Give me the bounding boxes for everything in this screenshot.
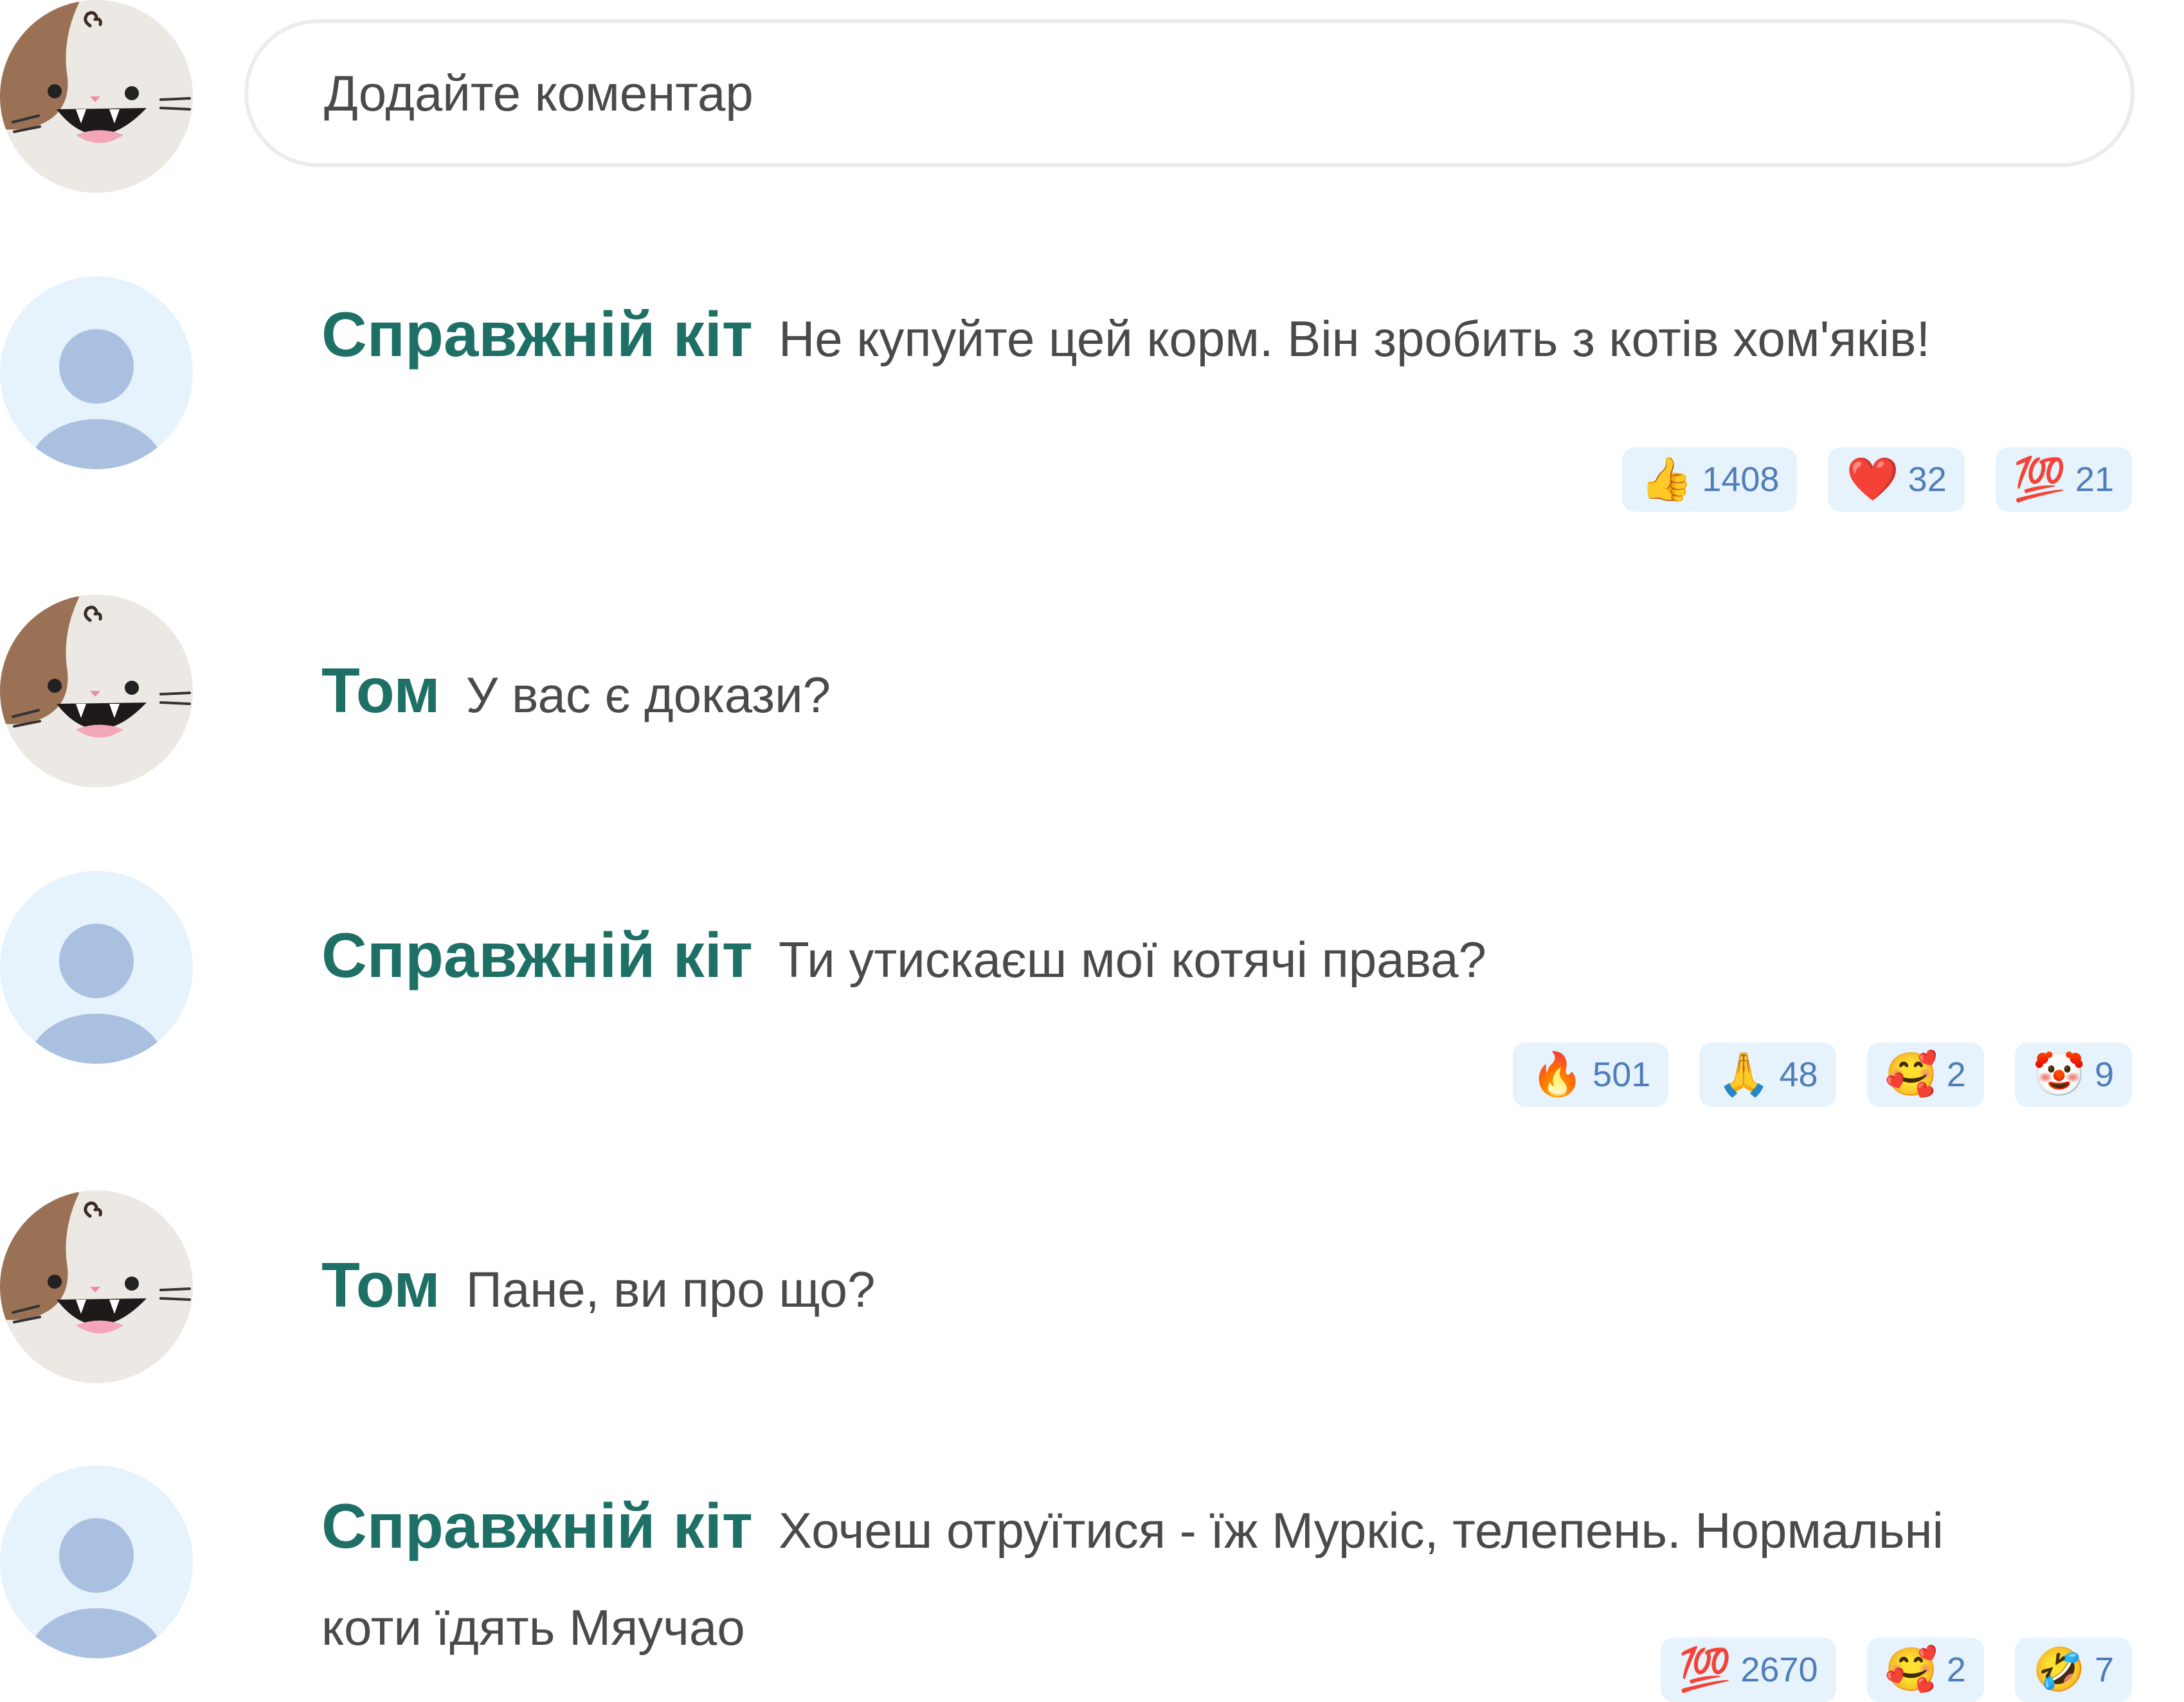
reaction-count: 9 xyxy=(2094,1055,2114,1094)
comment-item: Том Пане, ви про що? xyxy=(321,1244,1993,1345)
rolling-laughing-icon: 🤣 xyxy=(2032,1645,2086,1694)
clown-face-icon: 🤡 xyxy=(2032,1050,2086,1099)
comment-author[interactable]: Справжній кіт xyxy=(321,920,753,990)
reaction-count: 7 xyxy=(2094,1651,2114,1689)
comment-item: Том У вас є докази? xyxy=(321,649,1993,751)
thumbs-up-icon: 👍 xyxy=(1640,454,1693,504)
hundred-points-icon: 💯 xyxy=(2013,454,2066,504)
reaction-button[interactable]: 🙏 48 xyxy=(1699,1043,1836,1107)
reaction-button[interactable]: 🥰 2 xyxy=(1866,1043,1984,1107)
reaction-count: 2 xyxy=(1946,1651,1966,1689)
comment-author[interactable]: Том xyxy=(321,655,440,726)
heart-icon: ❤️ xyxy=(1846,454,1899,504)
avatar[interactable] xyxy=(0,1465,193,1658)
avatar[interactable] xyxy=(0,595,193,787)
folded-hands-icon: 🙏 xyxy=(1717,1050,1771,1099)
comment-text: Пане, ви про що? xyxy=(465,1261,876,1318)
reaction-count: 1408 xyxy=(1702,460,1780,499)
reaction-button[interactable]: 🤡 9 xyxy=(2014,1043,2132,1107)
avatar[interactable] xyxy=(0,1190,193,1383)
fire-icon: 🔥 xyxy=(1530,1050,1584,1099)
reaction-count: 32 xyxy=(1908,460,1947,499)
current-user-avatar xyxy=(0,0,193,193)
reaction-button[interactable]: 🔥 501 xyxy=(1512,1043,1669,1107)
comment-text: У вас є докази? xyxy=(465,667,831,723)
comment-item: Справжній кіт Не купуйте цей корм. Він зр… xyxy=(321,293,1993,395)
comment-input[interactable] xyxy=(324,23,2060,163)
avatar[interactable] xyxy=(0,276,193,469)
comment-author[interactable]: Справжній кіт xyxy=(321,1491,753,1561)
comment-author[interactable]: Том xyxy=(321,1250,440,1320)
reaction-button[interactable]: 🤣 7 xyxy=(2014,1638,2132,1702)
reaction-button[interactable]: 🥰 2 xyxy=(1866,1638,1984,1702)
hundred-points-icon: 💯 xyxy=(1679,1645,1732,1694)
comment-text: Ти утискаєш мої котячі права? xyxy=(778,931,1486,988)
reaction-button[interactable]: 👍 1408 xyxy=(1622,447,1798,512)
reaction-count: 48 xyxy=(1779,1055,1818,1094)
reactions-bar: 💯 2670 🥰 2 🤣 7 xyxy=(1661,1638,2132,1702)
comment-text: Не купуйте цей корм. Він зробить з котів… xyxy=(778,310,1931,367)
reaction-button[interactable]: 💯 2670 xyxy=(1661,1638,1836,1702)
comment-item: Справжній кіт Ти утискаєш мої котячі прав… xyxy=(321,914,1993,1016)
reaction-button[interactable]: ❤️ 32 xyxy=(1828,447,1965,512)
reaction-count: 501 xyxy=(1593,1055,1651,1094)
comment-author[interactable]: Справжній кіт xyxy=(321,299,753,370)
reactions-bar: 🔥 501 🙏 48 🥰 2 🤡 9 xyxy=(1512,1043,2132,1107)
avatar[interactable] xyxy=(0,871,193,1064)
reaction-count: 21 xyxy=(2075,460,2114,499)
smiling-face-hearts-icon: 🥰 xyxy=(1884,1050,1938,1099)
reactions-bar: 👍 1408 ❤️ 32 💯 21 xyxy=(1622,447,2132,512)
reaction-count: 2670 xyxy=(1740,1651,1818,1689)
comment-input-container[interactable] xyxy=(244,19,2134,167)
smiling-face-hearts-icon: 🥰 xyxy=(1884,1645,1938,1694)
reaction-button[interactable]: 💯 21 xyxy=(1995,447,2132,512)
reaction-count: 2 xyxy=(1946,1055,1966,1094)
